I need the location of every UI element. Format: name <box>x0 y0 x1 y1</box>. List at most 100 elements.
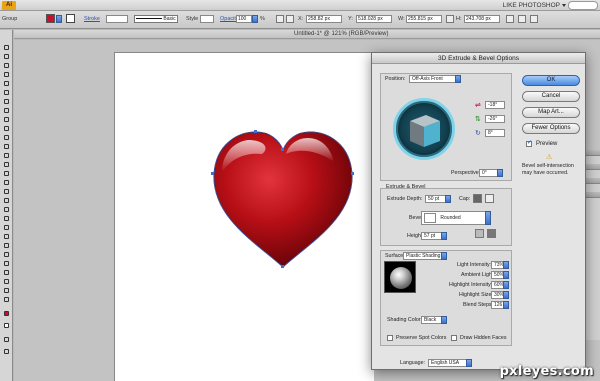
chevron-down-icon <box>503 301 509 309</box>
graph-tool-icon[interactable] <box>2 197 11 204</box>
surface-select[interactable]: Plastic Shading <box>403 252 447 260</box>
rotate-y-field[interactable]: -26° <box>485 115 505 123</box>
transform-icon[interactable] <box>506 15 514 23</box>
track-cube[interactable] <box>393 98 455 160</box>
fill-color-swatch[interactable] <box>46 14 55 23</box>
drawing-mode-icon[interactable] <box>2 336 11 343</box>
dialog-title[interactable]: 3D Extrude & Bevel Options <box>372 53 585 64</box>
stroke-color-swatch[interactable] <box>66 14 75 23</box>
blob-brush-tool-icon[interactable] <box>2 134 11 141</box>
blend-tool-icon[interactable] <box>2 233 11 240</box>
rotate-x-icon: ⇌ <box>475 102 481 109</box>
cancel-button[interactable]: Cancel <box>522 91 580 102</box>
bevel-out-icon[interactable] <box>475 229 484 238</box>
light-intensity-label: Light Intensity: <box>457 262 492 268</box>
free-transform-tool-icon[interactable] <box>2 179 11 186</box>
chevron-down-icon <box>503 271 509 279</box>
isolate-icon[interactable] <box>518 15 526 23</box>
highlight-intensity-field[interactable]: 60% <box>491 281 509 289</box>
scale-tool-icon[interactable] <box>2 161 11 168</box>
symbol-sprayer-tool-icon[interactable] <box>2 188 11 195</box>
lighting-sphere[interactable] <box>384 261 416 293</box>
screen-mode-icon[interactable] <box>2 348 11 355</box>
gradient-tool-icon[interactable] <box>2 215 11 222</box>
rotate-z-field[interactable]: 8° <box>485 129 505 137</box>
bevel-in-icon[interactable] <box>487 229 496 238</box>
hand-tool-icon[interactable] <box>2 287 11 294</box>
document-tab[interactable]: Untitled-1* @ 121% (RGB/Preview) <box>294 31 388 37</box>
line-tool-icon[interactable] <box>2 98 11 105</box>
chevron-down-icon[interactable] <box>562 4 566 7</box>
light-intensity-field[interactable]: 73% <box>491 261 509 269</box>
height-field[interactable]: 57 pt <box>421 232 447 240</box>
lasso-tool-icon[interactable] <box>2 71 11 78</box>
slice-tool-icon[interactable] <box>2 269 11 276</box>
preserve-spot-checkbox[interactable] <box>387 335 393 341</box>
rotate-x-field[interactable]: -18° <box>485 101 505 109</box>
chevron-down-icon <box>503 261 509 269</box>
stroke-swatch-icon[interactable] <box>2 322 11 329</box>
chevron-down-icon <box>455 75 461 83</box>
cube-icon[interactable] <box>396 101 452 157</box>
eraser-tool-icon[interactable] <box>2 143 11 150</box>
scissors-tool-icon[interactable] <box>2 278 11 285</box>
magic-wand-tool-icon[interactable] <box>2 62 11 69</box>
y-field[interactable]: 518.028 px <box>356 15 392 23</box>
live-paint-tool-icon[interactable] <box>2 242 11 249</box>
paintbrush-tool-icon[interactable] <box>2 116 11 123</box>
blend-steps-field[interactable]: 126 <box>491 301 509 309</box>
mesh-tool-icon[interactable] <box>2 206 11 213</box>
perspective-select[interactable]: 0° <box>479 169 503 177</box>
ok-button[interactable]: OK <box>522 75 580 86</box>
type-tool-icon[interactable] <box>2 89 11 96</box>
eyedropper-tool-icon[interactable] <box>2 224 11 231</box>
style-swatch[interactable] <box>200 15 214 23</box>
heart-artwork[interactable] <box>208 126 358 271</box>
position-select[interactable]: Off-Axis Front <box>409 75 461 83</box>
h-field[interactable]: 243.708 px <box>464 15 500 23</box>
pencil-tool-icon[interactable] <box>2 125 11 132</box>
fewer-options-button[interactable]: Fewer Options <box>522 123 580 134</box>
rectangle-tool-icon[interactable] <box>2 107 11 114</box>
panel-menu-icon[interactable] <box>530 15 538 23</box>
brush-field[interactable]: Basic <box>134 15 178 23</box>
workspace-switcher[interactable]: LIKE PHOTOSHOP <box>503 1 560 10</box>
rotate-tool-icon[interactable] <box>2 152 11 159</box>
surface-value: Plastic Shading <box>406 253 441 259</box>
link-icon[interactable] <box>446 15 454 23</box>
language-select[interactable]: English USA <box>428 359 472 367</box>
selection-tool-icon[interactable] <box>2 44 11 51</box>
position-label: Position: <box>385 76 406 82</box>
w-field[interactable]: 255.815 px <box>406 15 442 23</box>
opacity-dropdown[interactable] <box>252 15 258 23</box>
y-label: Y: <box>348 16 353 22</box>
bevel-warning-text: Bevel self-intersection may have occurre… <box>522 163 574 176</box>
bevel-select[interactable]: Rounded <box>421 211 491 225</box>
crop-tool-icon[interactable] <box>2 260 11 267</box>
cap-on-icon[interactable] <box>473 194 482 203</box>
ambient-light-field[interactable]: 50% <box>491 271 509 279</box>
align-icon[interactable] <box>276 15 284 23</box>
x-field[interactable]: 258.82 px <box>306 15 342 23</box>
fill-swatch-icon[interactable] <box>2 310 11 317</box>
anchor-point <box>351 172 354 175</box>
reference-point-icon[interactable] <box>286 15 294 23</box>
live-paint-selection-tool-icon[interactable] <box>2 251 11 258</box>
warp-tool-icon[interactable] <box>2 170 11 177</box>
shading-color-select[interactable]: Black <box>421 316 447 324</box>
stroke-link[interactable]: Stroke <box>84 16 100 22</box>
preview-checkbox[interactable] <box>526 139 532 147</box>
stroke-weight-field[interactable] <box>106 15 128 23</box>
fill-dropdown[interactable] <box>56 15 62 23</box>
extrude-bevel-dialog: 3D Extrude & Bevel Options Position: Off… <box>371 52 586 370</box>
highlight-size-field[interactable]: 30% <box>491 291 509 299</box>
zoom-tool-icon[interactable] <box>2 296 11 303</box>
direct-selection-tool-icon[interactable] <box>2 53 11 60</box>
opacity-field[interactable]: 100 <box>236 15 252 23</box>
search-input[interactable] <box>568 1 598 10</box>
map-art-button[interactable]: Map Art... <box>522 107 580 118</box>
cap-off-icon[interactable] <box>485 194 494 203</box>
pen-tool-icon[interactable] <box>2 80 11 87</box>
extrude-depth-field[interactable]: 50 pt <box>425 195 451 203</box>
draw-hidden-checkbox[interactable] <box>451 335 457 341</box>
